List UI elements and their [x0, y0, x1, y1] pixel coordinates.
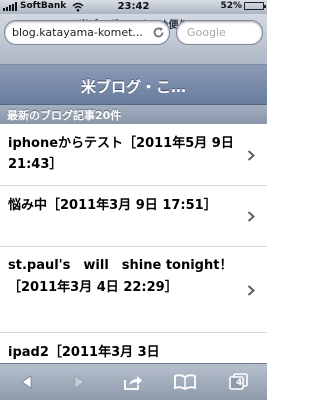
post-title: iphoneからテスト［2011年5月 9日 21:43］	[8, 136, 234, 172]
tabs-count: 4	[236, 378, 243, 388]
share-button[interactable]	[120, 370, 146, 394]
battery-icon	[244, 2, 266, 10]
post-title: ipad2［2011年3月 3日	[8, 345, 160, 360]
post-title: 悩み中［2011年3月 9日 17:51］	[8, 198, 217, 213]
blog-title: 米ブログ・こ…	[80, 78, 186, 96]
url-field[interactable]: blog.katayama-komet...	[4, 20, 170, 45]
forward-button[interactable]	[66, 370, 92, 394]
tabs-button[interactable]: 4	[226, 370, 252, 394]
chevron-right-icon	[247, 150, 255, 161]
post-item[interactable]: st.paul's will shine tonight！［2011年3月 4日…	[0, 247, 267, 333]
back-icon	[21, 375, 32, 389]
battery-percent: 52%	[220, 1, 242, 11]
reload-icon[interactable]	[152, 26, 165, 39]
chevron-right-icon	[247, 285, 255, 296]
chevron-right-icon	[247, 211, 255, 222]
status-bar: SoftBank 23:42 52%	[0, 0, 267, 14]
post-title: st.paul's will shine tonight！［2011年3月 4日…	[8, 258, 233, 295]
post-item[interactable]: 悩み中［2011年3月 9日 17:51］	[0, 186, 267, 247]
bookmarks-icon	[174, 374, 196, 390]
bookmarks-button[interactable]	[172, 370, 198, 394]
section-header: 最新のブログ記事20件	[0, 105, 267, 124]
post-item[interactable]: iphoneからテスト［2011年5月 9日 21:43］	[0, 124, 267, 186]
status-right: 52%	[220, 1, 266, 11]
share-icon	[124, 376, 142, 390]
blog-header: 米ブログ・こ…	[0, 65, 267, 105]
back-button[interactable]	[14, 370, 40, 394]
forward-icon	[74, 375, 85, 389]
search-field[interactable]: Google	[176, 20, 263, 45]
browser-toolbar: 4	[0, 363, 267, 400]
